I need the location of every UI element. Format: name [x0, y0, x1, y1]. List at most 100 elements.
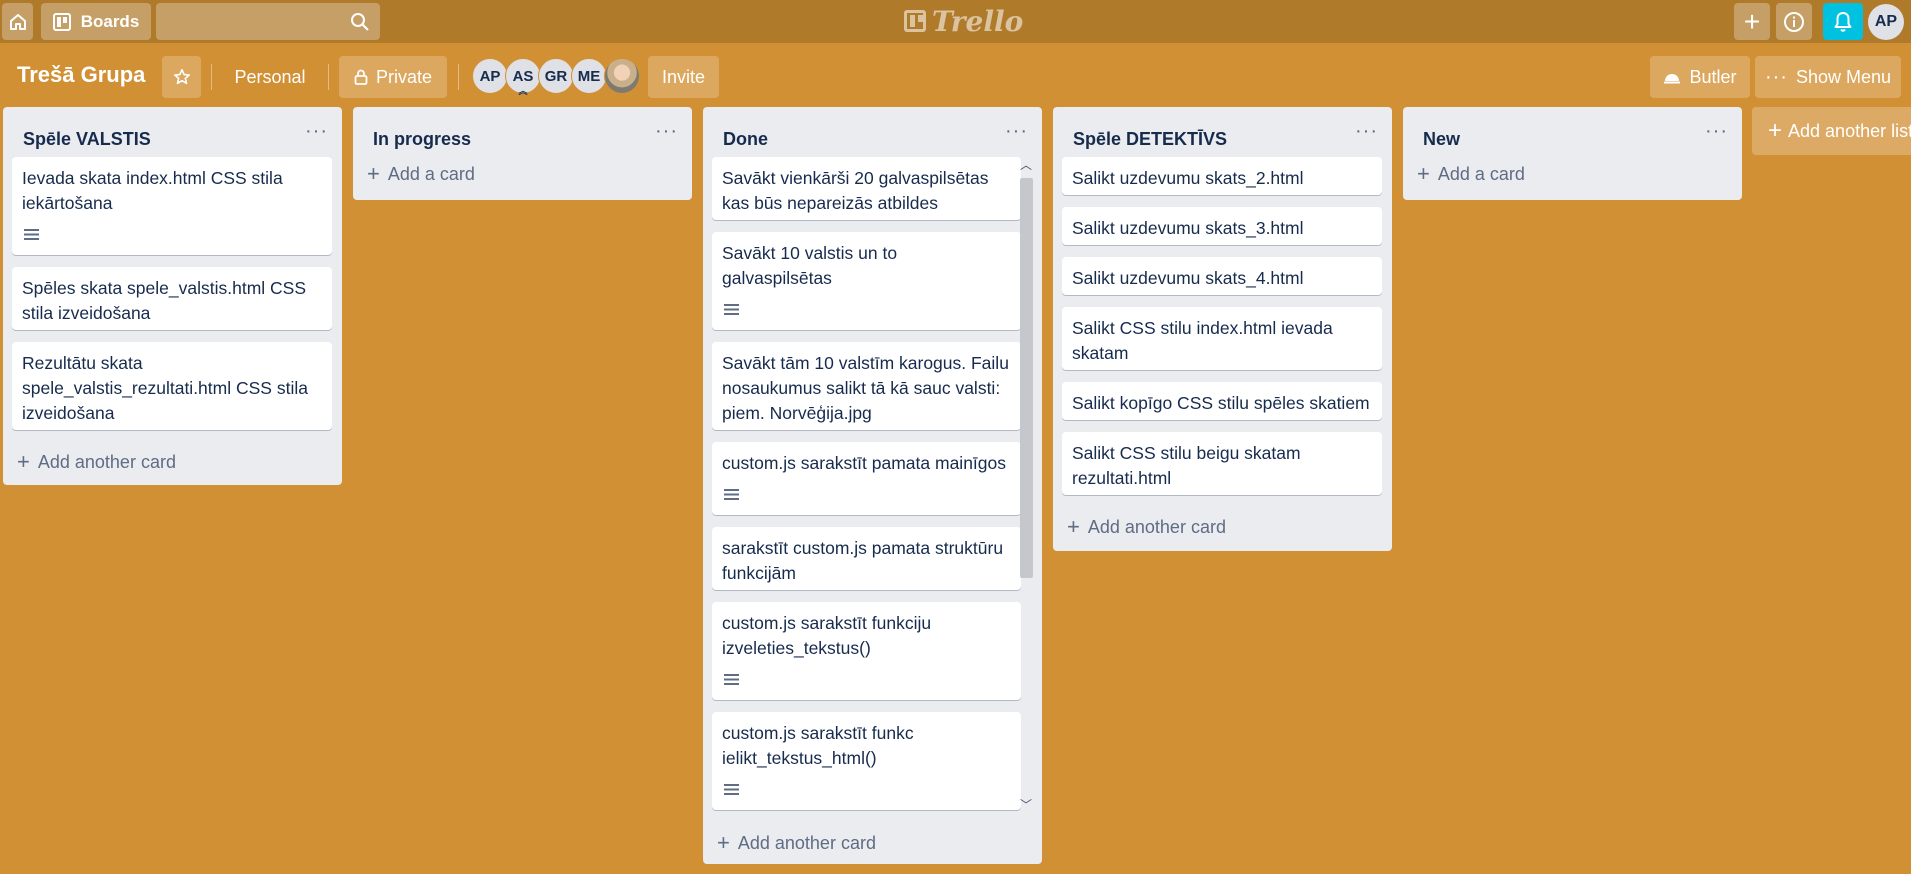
- divider: [458, 64, 459, 90]
- list-card[interactable]: Savākt vienkārši 20 galvaspilsētas kas b…: [712, 157, 1021, 220]
- list-card[interactable]: Salikt uzdevumu skats_3.html: [1062, 207, 1382, 245]
- add-list-label: Add another list: [1788, 120, 1911, 141]
- list-card[interactable]: Salikt CSS stilu beigu skatam rezultati.…: [1062, 432, 1382, 495]
- add-card-button[interactable]: + Add a card: [367, 161, 475, 187]
- scrollbar-thumb[interactable]: [1020, 178, 1033, 578]
- plus-icon: +: [367, 161, 380, 186]
- create-button[interactable]: +: [1734, 3, 1770, 40]
- card-title: Savākt 10 valstis un to galvaspilsētas: [722, 243, 898, 288]
- list-menu-icon[interactable]: ···: [1005, 120, 1028, 143]
- visibility-button[interactable]: Private: [339, 56, 447, 98]
- butler-bell-icon: [1664, 74, 1681, 84]
- list-card[interactable]: custom.js sarakstīt funkc ielikt_tekstus…: [712, 712, 1021, 810]
- member-avatar[interactable]: ME: [571, 58, 607, 94]
- list-in-progress[interactable]: In progress ··· + Add a card: [353, 107, 692, 200]
- board-title[interactable]: Trešā Grupa: [17, 62, 145, 88]
- plus-icon: +: [717, 830, 730, 855]
- add-card-button[interactable]: + Add another card: [1067, 514, 1226, 540]
- trello-logo[interactable]: Trello: [904, 4, 1023, 38]
- info-button[interactable]: [1776, 3, 1812, 40]
- member-photo-avatar[interactable]: [604, 58, 640, 94]
- list-card[interactable]: Salikt uzdevumu skats_2.html: [1062, 157, 1382, 195]
- list-card[interactable]: Salikt CSS stilu index.html ievada skata…: [1062, 307, 1382, 370]
- add-card-button[interactable]: + Add another card: [717, 830, 876, 856]
- list-card[interactable]: Ievada skata index.html CSS stila iekārt…: [12, 157, 332, 255]
- description-icon: [24, 229, 39, 240]
- list-menu-icon[interactable]: ···: [305, 120, 328, 143]
- list-title[interactable]: In progress: [373, 129, 471, 150]
- boards-button[interactable]: Boards: [41, 3, 151, 40]
- card-title: Salikt uzdevumu skats_2.html: [1072, 168, 1304, 188]
- list-card[interactable]: Salikt uzdevumu skats_4.html: [1062, 257, 1382, 295]
- plus-icon: +: [1768, 117, 1783, 144]
- home-icon: [9, 13, 26, 30]
- plus-icon: +: [17, 449, 30, 474]
- user-initials: AP: [1874, 13, 1898, 30]
- card-title: Salikt kopīgo CSS stilu spēles skatiem: [1072, 393, 1370, 413]
- search-icon: [351, 12, 369, 31]
- plus-icon: +: [1743, 5, 1761, 37]
- star-button[interactable]: [162, 56, 201, 98]
- card-title: Savākt vienkārši 20 galvaspilsētas kas b…: [722, 168, 989, 213]
- add-card-button[interactable]: + Add a card: [1417, 161, 1525, 187]
- list-done[interactable]: Done ··· Savākt vienkārši 20 galvaspilsē…: [703, 107, 1042, 864]
- star-icon: [173, 68, 190, 85]
- card-title: Salikt CSS stilu index.html ievada skata…: [1072, 318, 1333, 363]
- list-title[interactable]: Done: [723, 129, 768, 150]
- member-avatar[interactable]: GR: [538, 58, 574, 94]
- add-card-label: Add a card: [1437, 163, 1525, 184]
- team-label: Personal: [234, 66, 306, 87]
- scroll-down-icon[interactable]: ﹀: [1020, 796, 1032, 813]
- search-input[interactable]: [156, 3, 380, 40]
- list-spele-detektivs[interactable]: Spēle DETEKTĪVS ··· Salikt uzdevumu skat…: [1053, 107, 1392, 551]
- member-avatar[interactable]: AP: [472, 58, 508, 94]
- top-header: Boards Trello + AP: [0, 0, 1911, 43]
- card-title: custom.js sarakstīt pamata mainīgos: [722, 453, 1006, 473]
- card-title: Salikt uzdevumu skats_4.html: [1072, 268, 1304, 288]
- user-avatar[interactable]: AP: [1868, 4, 1904, 40]
- card-title: Ievada skata index.html CSS stila iekārt…: [22, 168, 283, 213]
- list-menu-icon[interactable]: ···: [1705, 120, 1728, 143]
- list-card[interactable]: Spēles skata spele_valstis.html CSS stil…: [12, 267, 332, 330]
- lock-icon: [354, 69, 368, 85]
- card-title: custom.js sarakstīt funkciju izveleties_…: [722, 613, 932, 658]
- list-card[interactable]: sarakstīt custom.js pamata struktūru fun…: [712, 527, 1021, 590]
- add-list-button[interactable]: + Add another list: [1752, 107, 1911, 155]
- list-card[interactable]: custom.js sarakstīt funkciju izveleties_…: [712, 602, 1021, 700]
- board-members: AP AS ︽ GR ME: [472, 58, 640, 96]
- card-title: Salikt CSS stilu beigu skatam rezultati.…: [1072, 443, 1301, 488]
- add-card-button[interactable]: + Add another card: [17, 449, 176, 475]
- list-title[interactable]: Spēle VALSTIS: [23, 129, 151, 150]
- add-card-label: Add a card: [387, 163, 475, 184]
- list-title[interactable]: New: [1423, 129, 1460, 150]
- scroll-up-icon[interactable]: ︿: [1020, 156, 1032, 173]
- list-menu-icon[interactable]: ···: [1355, 120, 1378, 143]
- team-button[interactable]: Personal: [222, 56, 318, 98]
- list-card[interactable]: Savākt tām 10 valstīm karogus. Failu nos…: [712, 342, 1021, 430]
- bell-icon: [1834, 11, 1852, 32]
- card-title: Rezultātu skata spele_valstis_rezultati.…: [22, 353, 308, 423]
- card-title: Spēles skata spele_valstis.html CSS stil…: [22, 278, 307, 323]
- list-scrollbar[interactable]: ︿ ﹀: [1017, 154, 1036, 814]
- list-new[interactable]: New ··· + Add a card: [1403, 107, 1742, 200]
- member-avatar[interactable]: AS ︽: [505, 58, 541, 96]
- invite-button[interactable]: Invite: [648, 56, 719, 98]
- list-title[interactable]: Spēle DETEKTĪVS: [1073, 129, 1227, 150]
- home-button[interactable]: [2, 3, 33, 40]
- plus-icon: +: [1067, 514, 1080, 539]
- search-box[interactable]: [156, 3, 380, 40]
- list-spele-valstis[interactable]: Spēle VALSTIS ··· Ievada skata index.htm…: [3, 107, 342, 485]
- list-card[interactable]: Salikt kopīgo CSS stilu spēles skatiem: [1062, 382, 1382, 420]
- butler-button[interactable]: Butler: [1650, 56, 1750, 98]
- show-menu-button[interactable]: ··· Show Menu: [1755, 56, 1901, 98]
- list-card[interactable]: Savākt 10 valstis un to galvaspilsētas: [712, 232, 1021, 330]
- list-card[interactable]: Rezultātu skata spele_valstis_rezultati.…: [12, 342, 332, 430]
- list-card[interactable]: custom.js sarakstīt pamata mainīgos: [712, 442, 1021, 515]
- list-menu-icon[interactable]: ···: [655, 120, 678, 143]
- notifications-button[interactable]: [1823, 3, 1863, 40]
- card-title: sarakstīt custom.js pamata struktūru fun…: [722, 538, 1004, 583]
- divider: [328, 64, 329, 90]
- card-title: Salikt uzdevumu skats_3.html: [1072, 218, 1304, 238]
- divider: [211, 64, 212, 90]
- trello-logo-icon: [904, 10, 926, 32]
